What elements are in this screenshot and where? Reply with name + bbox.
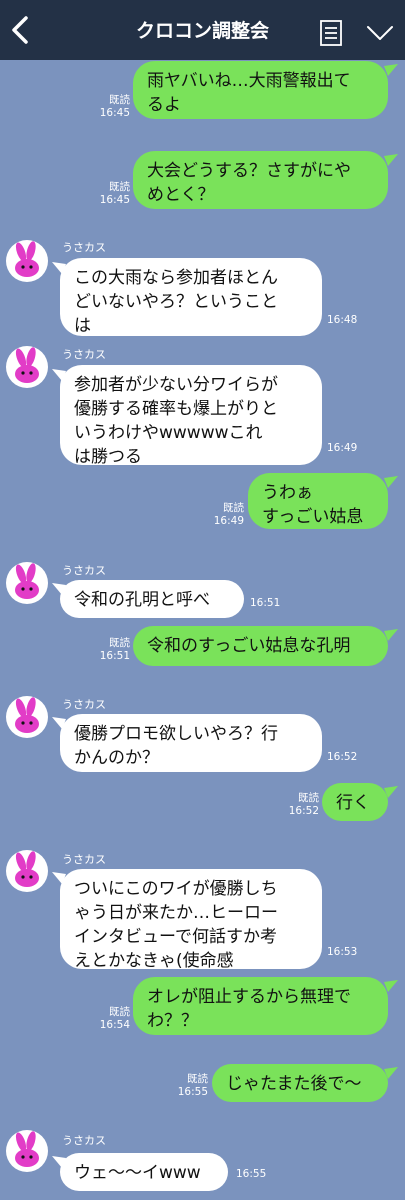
avatar[interactable]: [6, 696, 48, 738]
bubble-tail: [384, 64, 398, 76]
message-meta: 既読 16:54: [96, 1006, 130, 1032]
rabbit-icon: [15, 347, 39, 383]
rabbit-icon: [15, 851, 39, 887]
read-status: 既読: [298, 792, 319, 804]
bubble-tail: [52, 717, 66, 729]
sender-name: うさカス: [62, 564, 106, 577]
message-meta: 既読 16:55: [174, 1073, 208, 1099]
notes-icon: [320, 20, 342, 46]
message-meta: 既読 16:49: [210, 502, 244, 528]
rabbit-icon: [15, 697, 39, 733]
bubble-tail: [52, 872, 66, 884]
message-bubble-me[interactable]: 行く: [322, 783, 388, 821]
bubble-tail: [384, 1067, 398, 1079]
message-time: 16:51: [99, 650, 130, 662]
message-bubble-other[interactable]: ウェ〜〜イwww: [60, 1153, 228, 1191]
chevron-down-icon: [367, 26, 393, 40]
avatar[interactable]: [6, 1130, 48, 1172]
bubble-tail: [52, 262, 66, 274]
message-meta: 既読 16:52: [285, 792, 319, 818]
bubble-tail: [384, 154, 398, 166]
bubble-tail: [52, 369, 66, 381]
message-time: 16:49: [213, 515, 244, 527]
bubble-tail: [52, 583, 66, 595]
message-bubble-other[interactable]: この大雨なら参加者ほとん どいないやろ？ということ は: [60, 258, 322, 336]
bubble-tail: [384, 476, 398, 488]
message-meta: 16:49: [327, 442, 367, 455]
sender-name: うさカス: [62, 853, 106, 866]
back-button[interactable]: [10, 16, 30, 44]
rabbit-icon: [15, 1131, 39, 1167]
sender-name: うさカス: [62, 348, 106, 361]
message-time: 16:53: [327, 946, 358, 958]
message-time: 16:52: [327, 751, 358, 763]
message-bubble-me[interactable]: 大会どうする？さすがにや めとく？: [133, 151, 388, 209]
avatar[interactable]: [6, 240, 48, 282]
message-meta: 既読 16:51: [96, 637, 130, 663]
message-bubble-other[interactable]: 令和の孔明と呼べ: [60, 580, 244, 618]
message-time: 16:54: [99, 1019, 130, 1031]
message-time: 16:48: [327, 314, 358, 326]
message-bubble-other[interactable]: ついにこのワイが優勝しち ゃう日が来たか…ヒーロー インタビューで何話すか考 え…: [60, 869, 322, 971]
message-time: 16:45: [99, 107, 130, 119]
chat-header: クロコン調整会: [0, 0, 405, 60]
message-time: 16:55: [236, 1168, 267, 1180]
message-bubble-me[interactable]: オレが阻止するから無理で わ？？: [133, 977, 388, 1035]
read-status: 既読: [223, 502, 244, 514]
chat-title: クロコン調整会: [135, 20, 269, 42]
bubble-tail: [52, 1156, 66, 1168]
avatar[interactable]: [6, 850, 48, 892]
message-time: 16:49: [327, 442, 358, 454]
message-meta: 既読 16:45: [96, 181, 130, 207]
message-meta: 16:55: [236, 1168, 276, 1181]
message-meta: 16:51: [250, 597, 290, 610]
message-bubble-me[interactable]: 雨ヤバいね…大雨警報出て るよ: [133, 61, 388, 119]
message-bubble-other[interactable]: 優勝プロモ欲しいやろ？行 かんのか？: [60, 714, 322, 772]
bubble-tail: [384, 980, 398, 992]
read-status: 既読: [109, 181, 130, 193]
bubble-tail: [384, 629, 398, 641]
notes-button[interactable]: [320, 20, 342, 46]
avatar[interactable]: [6, 562, 48, 604]
message-time: 16:51: [250, 597, 281, 609]
message-meta: 16:53: [327, 946, 367, 959]
message-meta: 16:52: [327, 751, 367, 764]
rabbit-icon: [15, 241, 39, 277]
read-status: 既読: [109, 94, 130, 106]
message-time: 16:52: [288, 805, 319, 817]
avatar[interactable]: [6, 346, 48, 388]
expand-menu-button[interactable]: [366, 24, 394, 42]
message-bubble-other[interactable]: 参加者が少ない分ワイらが 優勝する確率も爆上がりと いうわけやwwwwwこれ は…: [60, 365, 322, 467]
message-bubble-me[interactable]: じゃたまた後で〜: [212, 1064, 388, 1102]
message-time: 16:45: [99, 194, 130, 206]
message-bubble-me[interactable]: うわぁ すっごい姑息: [248, 473, 388, 529]
chevron-left-icon: [12, 16, 28, 44]
read-status: 既読: [109, 1006, 130, 1018]
read-status: 既読: [187, 1073, 208, 1085]
sender-name: うさカス: [62, 1134, 106, 1147]
read-status: 既読: [109, 637, 130, 649]
message-meta: 既読 16:45: [96, 94, 130, 120]
sender-name: うさカス: [62, 698, 106, 711]
message-time: 16:55: [177, 1086, 208, 1098]
bubble-tail: [384, 786, 398, 798]
rabbit-icon: [15, 563, 39, 599]
message-bubble-me[interactable]: 令和のすっごい姑息な孔明: [133, 626, 388, 666]
sender-name: うさカス: [62, 241, 106, 254]
message-meta: 16:48: [327, 314, 367, 327]
